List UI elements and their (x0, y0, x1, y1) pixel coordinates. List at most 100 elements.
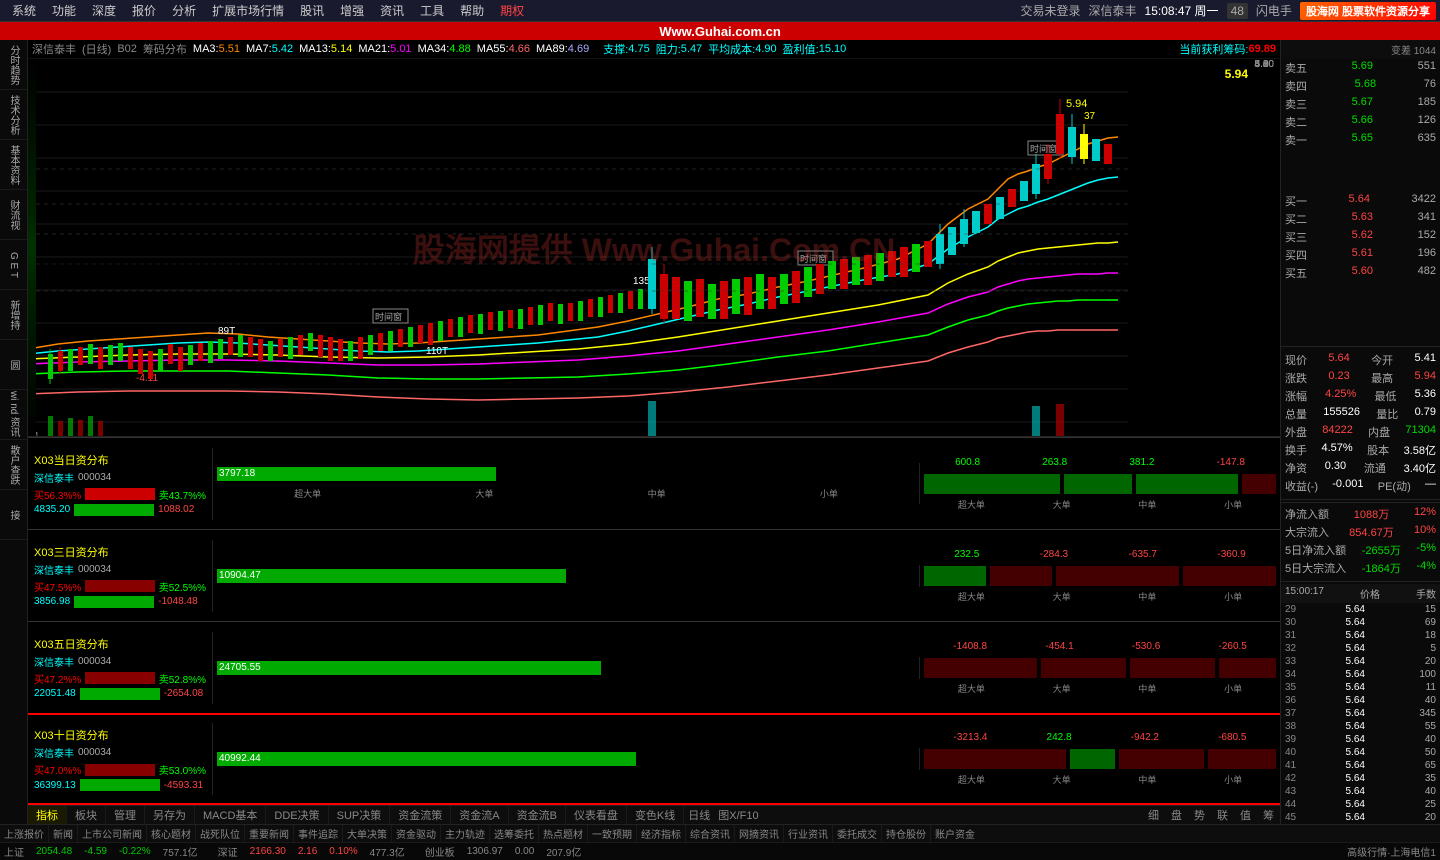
nav-tab-comprehensive[interactable]: 综合资讯 (686, 825, 735, 842)
menu-help[interactable]: 帮助 (452, 0, 492, 21)
tab-fine[interactable]: 细 (1142, 805, 1165, 824)
tab-color-k[interactable]: 变色K线 (627, 805, 684, 824)
outer-label: 外盘 (1285, 424, 1307, 440)
flow-panels-wrapper: X03当日资分布 深信泰丰 000034 买56.3%% 卖43.7%% (28, 437, 1280, 805)
tab-macd[interactable]: MACD基本 (195, 805, 266, 824)
nav-tab-hot-topic[interactable]: 热点题材 (539, 825, 588, 842)
menu-system[interactable]: 系统 (4, 0, 44, 21)
menu-depth[interactable]: 深度 (84, 0, 124, 21)
nav-tab-dead-pos[interactable]: 战死队位 (196, 825, 245, 842)
trade-price-header: 价格 (1360, 586, 1380, 601)
net-5big-row: 5日大宗流入 -1864万 -4% (1285, 559, 1436, 577)
tab-fxp10[interactable]: 图X/F10 (714, 805, 762, 824)
trade-vol-30: 69 (1396, 617, 1436, 628)
current-profit-label: 当前获利筹码: (1179, 41, 1248, 57)
sidebar-round[interactable]: 圆 (0, 340, 27, 390)
nav-tab-important-news[interactable]: 重要新闻 (245, 825, 294, 842)
menu-options[interactable]: 期权 (492, 0, 532, 21)
sh-index-label: 上证 (4, 844, 24, 859)
sidebar-basic[interactable]: 基本资料 (0, 140, 27, 190)
nav-tab-consensus[interactable]: 一致预期 (588, 825, 637, 842)
panel1-sell-val-label: 3797.18 (219, 467, 255, 481)
gz-label: 创业板 (425, 844, 455, 859)
menu-analysis[interactable]: 分析 (164, 0, 204, 21)
tab-flow-a[interactable]: 资金流A (451, 805, 508, 824)
panel3-num3: -530.6 (1132, 641, 1160, 652)
tab-trend[interactable]: 势 (1188, 805, 1211, 824)
tab-daily[interactable]: 日线 (684, 805, 714, 824)
panel3-sell-pct: 卖52.8%% (159, 671, 206, 686)
flow-panel-10day: X03十日资分布 深信泰丰 000034 买47.0%% 卖53.0%% (28, 713, 1280, 805)
tab-sup[interactable]: SUP决策 (329, 805, 391, 824)
nav-tab-big-order[interactable]: 大单决策 (343, 825, 392, 842)
menu-function[interactable]: 功能 (44, 0, 84, 21)
menu-info[interactable]: 资讯 (372, 0, 412, 21)
trade-seq-38: 38 (1285, 721, 1335, 732)
net-big-label: 大宗流入 (1285, 524, 1329, 540)
tab-plate[interactable]: 盘 (1165, 805, 1188, 824)
nav-tab-main-track[interactable]: 主力轨迹 (441, 825, 490, 842)
buy5-row: 买五 5.60 482 (1281, 264, 1440, 282)
menu-market[interactable]: 扩展市场行情 (204, 0, 292, 21)
buy1-row: 买一 5.64 3422 (1281, 192, 1440, 210)
sidebar-contact[interactable]: 接 (0, 490, 27, 540)
tab-set[interactable]: 筹 (1257, 805, 1280, 824)
sidebar-finance[interactable]: 财流视 (0, 190, 27, 240)
sidebar-sell[interactable]: 散户查跌 (0, 440, 27, 490)
tab-indicator[interactable]: 指标 (28, 805, 67, 824)
tab-flow-b[interactable]: 资金流B (509, 805, 566, 824)
trade-price-43: 5.64 (1346, 786, 1386, 797)
tab-manage[interactable]: 管理 (106, 805, 145, 824)
current-profit-val: 69.89 (1248, 43, 1276, 55)
buy4-price: 5.61 (1352, 247, 1373, 263)
nav-tab-listed-news[interactable]: 上市公司新闻 (78, 825, 147, 842)
pct-val: 4.25% (1325, 388, 1356, 404)
tab-value[interactable]: 值 (1234, 805, 1257, 824)
sidebar-new[interactable]: 新增持 (0, 290, 27, 340)
tab-contact[interactable]: 联 (1211, 805, 1234, 824)
nav-tab-select-entrust[interactable]: 选筹委托 (490, 825, 539, 842)
nav-tab-entrust-deal[interactable]: 委托成交 (833, 825, 882, 842)
sidebar-technical[interactable]: 技术分析 (0, 90, 27, 140)
panel2-sell-pct: 卖52.5%% (159, 579, 206, 594)
menu-enhance[interactable]: 增强 (332, 0, 372, 21)
trade-seq-44: 44 (1285, 799, 1335, 810)
net-5big-val: -1864万 (1362, 560, 1401, 576)
nav-tab-industry[interactable]: 行业资讯 (784, 825, 833, 842)
sidebar-get[interactable]: G E T (0, 240, 27, 290)
open-label: 今开 (1371, 352, 1393, 368)
tab-dde[interactable]: DDE决策 (266, 805, 328, 824)
sidebar-trend[interactable]: 分时趋势 (0, 40, 27, 90)
nav-tab-capital-drive[interactable]: 资金驱动 (392, 825, 441, 842)
tab-sector[interactable]: 板块 (67, 805, 106, 824)
outer-inner-row: 外盘 84222 内盘 71304 (1285, 423, 1436, 441)
menu-quote[interactable]: 报价 (124, 0, 164, 21)
sidebar-wind[interactable]: wi nd 资讯 (0, 390, 27, 440)
nav-tab-quote[interactable]: 上涨报价 (0, 825, 49, 842)
nav-tab-core-topic[interactable]: 核心题材 (147, 825, 196, 842)
menu-tools[interactable]: 工具 (412, 0, 452, 21)
tab-saveas[interactable]: 另存为 (145, 805, 195, 824)
nav-tab-holdings[interactable]: 持仓股份 (882, 825, 931, 842)
tab-dashboard[interactable]: 仪表看盘 (566, 805, 627, 824)
pe-val: — (1425, 478, 1436, 494)
nav-tab-event-track[interactable]: 事件追踪 (294, 825, 343, 842)
panel2-lbl4: 小单 (1224, 590, 1242, 603)
trade-seq-35: 35 (1285, 682, 1335, 693)
nav-tab-account[interactable]: 账户资金 (931, 825, 979, 842)
net-total-val: 1088万 (1354, 506, 1389, 522)
nav-tab-economic[interactable]: 经济指标 (637, 825, 686, 842)
trade-price-38: 5.64 (1346, 721, 1386, 732)
trade-price-31: 5.64 (1346, 630, 1386, 641)
buy-order-book: 买一 5.64 3422 买二 5.63 341 买三 5.62 152 买四 … (1281, 192, 1440, 344)
nav-tab-news[interactable]: 新闻 (49, 825, 78, 842)
trade-seq-31: 31 (1285, 630, 1335, 641)
menu-news[interactable]: 股讯 (292, 0, 332, 21)
trade-seq-41: 41 (1285, 760, 1335, 771)
panel1-cat4: 小单 (820, 487, 838, 500)
gz-change-val: 0.00 (515, 846, 534, 857)
nav-tab-digest[interactable]: 网摘资讯 (735, 825, 784, 842)
avg-cost-label: 平均成本: (708, 41, 755, 57)
panel3-sell-val-label: 24705.55 (219, 661, 261, 675)
tab-flow-policy[interactable]: 资金流策 (390, 805, 451, 824)
